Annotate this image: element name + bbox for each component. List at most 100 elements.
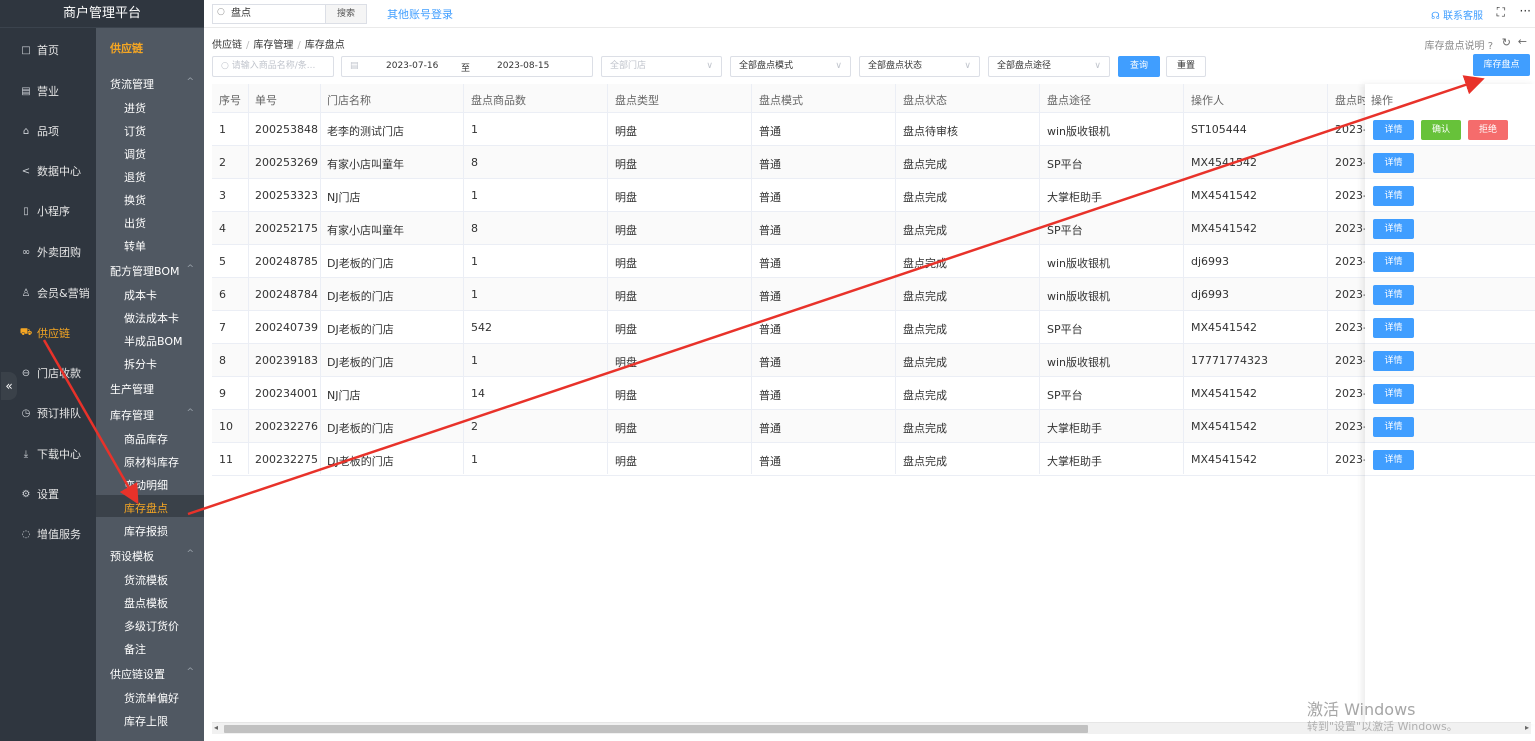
detail-button[interactable]: 详情 [1373, 120, 1414, 140]
chevron-up-icon[interactable]: ^ [186, 264, 194, 274]
chevron-up-icon[interactable]: ^ [186, 77, 194, 87]
submenu-item[interactable]: 出货 [124, 215, 146, 231]
sidebar-item-gear[interactable]: ⚙ 设置 [0, 474, 96, 514]
submenu-item[interactable]: 货流单偏好 [124, 690, 179, 706]
confirm-button[interactable]: 确认 [1421, 120, 1461, 140]
detail-button[interactable]: 详情 [1373, 153, 1414, 173]
table-cell: 1 [471, 453, 478, 466]
sidebar-item-download[interactable]: ⤓ 下载中心 [0, 434, 96, 474]
menu-search-button[interactable]: 搜索 [325, 4, 367, 24]
submenu-item[interactable]: 原材料库存 [124, 454, 179, 470]
contact-service-link[interactable]: ☊ 联系客服 [1431, 7, 1483, 22]
refresh-icon[interactable]: ↻ [1502, 36, 1511, 49]
detail-button[interactable]: 详情 [1373, 318, 1414, 338]
breadcrumb-item[interactable]: 库存管理 [253, 40, 293, 51]
submenu-item[interactable]: 库存上限 [124, 713, 168, 729]
menu-search-input[interactable]: 盘点 [212, 4, 328, 24]
submenu-item[interactable]: 转单 [124, 238, 146, 254]
download-icon: ⤓ [23, 448, 29, 460]
submenu-group[interactable]: 预设模板 [110, 548, 154, 564]
reject-button[interactable]: 拒绝 [1468, 120, 1508, 140]
table-cell: 明盘 [615, 422, 637, 435]
sidebar-item-miniapp[interactable]: ▯ 小程序 [0, 191, 96, 231]
scroll-left-icon[interactable]: ◂ [214, 723, 218, 732]
submenu-item[interactable]: 库存报损 [124, 523, 168, 539]
sidebar-item-delivery[interactable]: ∞ 外卖团购 [0, 232, 96, 272]
detail-button[interactable]: 详情 [1373, 219, 1414, 239]
mode-select[interactable]: 全部盘点模式 ∨ [730, 56, 851, 77]
column-header: 盘点类型 [615, 94, 659, 107]
date-range-picker[interactable]: ▤ 2023-07-16 至 2023-08-15 [341, 56, 593, 77]
sidebar-item-clock[interactable]: ◷ 预订排队 [0, 393, 96, 433]
submenu-item[interactable]: 订货 [124, 123, 146, 139]
scrollbar-thumb[interactable] [224, 725, 1088, 733]
submenu-group[interactable]: 生产管理 [110, 381, 154, 397]
submenu-group[interactable]: 配方管理BOM [110, 263, 180, 279]
operation-row: 详情 [1365, 410, 1535, 443]
submenu-item[interactable]: 货流模板 [124, 572, 168, 588]
business-icon: ▤ [21, 85, 31, 97]
submenu-item[interactable]: 成本卡 [124, 287, 157, 303]
sidebar-item-member[interactable]: ♙ 会员&营销 [0, 273, 96, 313]
collapse-sidebar-button[interactable]: « [1, 372, 17, 400]
detail-button[interactable]: 详情 [1373, 252, 1414, 272]
submenu-item[interactable]: 多级订货价 [124, 618, 179, 634]
keyword-search-input[interactable]: ○ 请输入商品名称/条... [212, 56, 334, 77]
submenu-item[interactable]: 盘点模板 [124, 595, 168, 611]
detail-button[interactable]: 详情 [1373, 285, 1414, 305]
search-icon: ○ [221, 61, 232, 71]
sidebar-item-business[interactable]: ▤ 营业 [0, 71, 96, 111]
detail-button[interactable]: 详情 [1373, 384, 1414, 404]
submenu-item[interactable]: 库存盘点 [124, 500, 168, 516]
submenu-item[interactable]: 进货 [124, 100, 146, 116]
operation-row: 详情 [1365, 245, 1535, 278]
submenu-item[interactable]: 变动明细 [124, 477, 168, 493]
column-header: 盘点途径 [1047, 94, 1091, 107]
sidebar-item-item[interactable]: ⌂ 品项 [0, 111, 96, 151]
submenu-item[interactable]: 换货 [124, 192, 146, 208]
status-select[interactable]: 全部盘点状态 ∨ [859, 56, 980, 77]
submenu-item[interactable]: 商品库存 [124, 431, 168, 447]
chevron-up-icon[interactable]: ^ [186, 408, 194, 418]
reset-button[interactable]: 重置 [1166, 56, 1206, 77]
submenu-group[interactable]: 货流管理 [110, 76, 154, 92]
detail-button[interactable]: 详情 [1373, 186, 1414, 206]
detail-button[interactable]: 详情 [1373, 351, 1414, 371]
table-cell: 普通 [759, 323, 781, 336]
table-cell: 盘点完成 [903, 455, 947, 468]
submenu-item[interactable]: 拆分卡 [124, 356, 157, 372]
sidebar-item-truck[interactable]: ⛟ 供应链 [0, 313, 96, 353]
sidebar-item-data[interactable]: < 数据中心 [0, 151, 96, 191]
detail-button[interactable]: 详情 [1373, 417, 1414, 437]
submenu-item[interactable]: 做法成本卡 [124, 310, 179, 326]
other-account-login-link[interactable]: 其他账号登录 [387, 6, 453, 22]
more-icon[interactable]: ··· [1520, 4, 1531, 18]
date-start[interactable]: 2023-07-16 [386, 61, 438, 71]
detail-button[interactable]: 详情 [1373, 450, 1414, 470]
column-header: 单号 [255, 94, 277, 107]
table-cell: 明盘 [615, 323, 637, 336]
store-select[interactable]: 全部门店 ∨ [601, 56, 722, 77]
scroll-right-icon[interactable]: ▸ [1525, 723, 1529, 732]
submenu-item[interactable]: 调货 [124, 146, 146, 162]
submenu-item[interactable]: 退货 [124, 169, 146, 185]
stock-count-button[interactable]: 库存盘点 [1473, 54, 1530, 76]
chevron-up-icon[interactable]: ^ [186, 549, 194, 559]
back-icon[interactable]: ← [1518, 35, 1527, 48]
breadcrumb-item[interactable]: 供应链 [212, 40, 242, 51]
table-row: 10 200232276 DJ老板的门店 2 明盘 普通 盘点完成 大掌柜助手 MX454154… [212, 410, 1535, 443]
chevron-up-icon[interactable]: ^ [186, 667, 194, 677]
channel-select[interactable]: 全部盘点途径 ∨ [988, 56, 1110, 77]
submenu-item[interactable]: 备注 [124, 641, 146, 657]
fullscreen-icon[interactable]: ⛶ [1497, 5, 1505, 20]
date-end[interactable]: 2023-08-15 [497, 61, 549, 71]
help-link[interactable]: 库存盘点说明 ? [1425, 37, 1494, 52]
submenu-group[interactable]: 供应链设置 [110, 666, 165, 682]
sidebar-item-service[interactable]: ◌ 增值服务 [0, 514, 96, 554]
submenu-item[interactable]: 半成品BOM [124, 333, 183, 349]
query-button[interactable]: 查询 [1118, 56, 1160, 77]
table-cell: SP平台 [1047, 323, 1083, 336]
submenu-group[interactable]: 库存管理 [110, 407, 154, 423]
sidebar-item-home[interactable]: □ 首页 [0, 30, 96, 70]
column-header: 盘点状态 [903, 94, 947, 107]
